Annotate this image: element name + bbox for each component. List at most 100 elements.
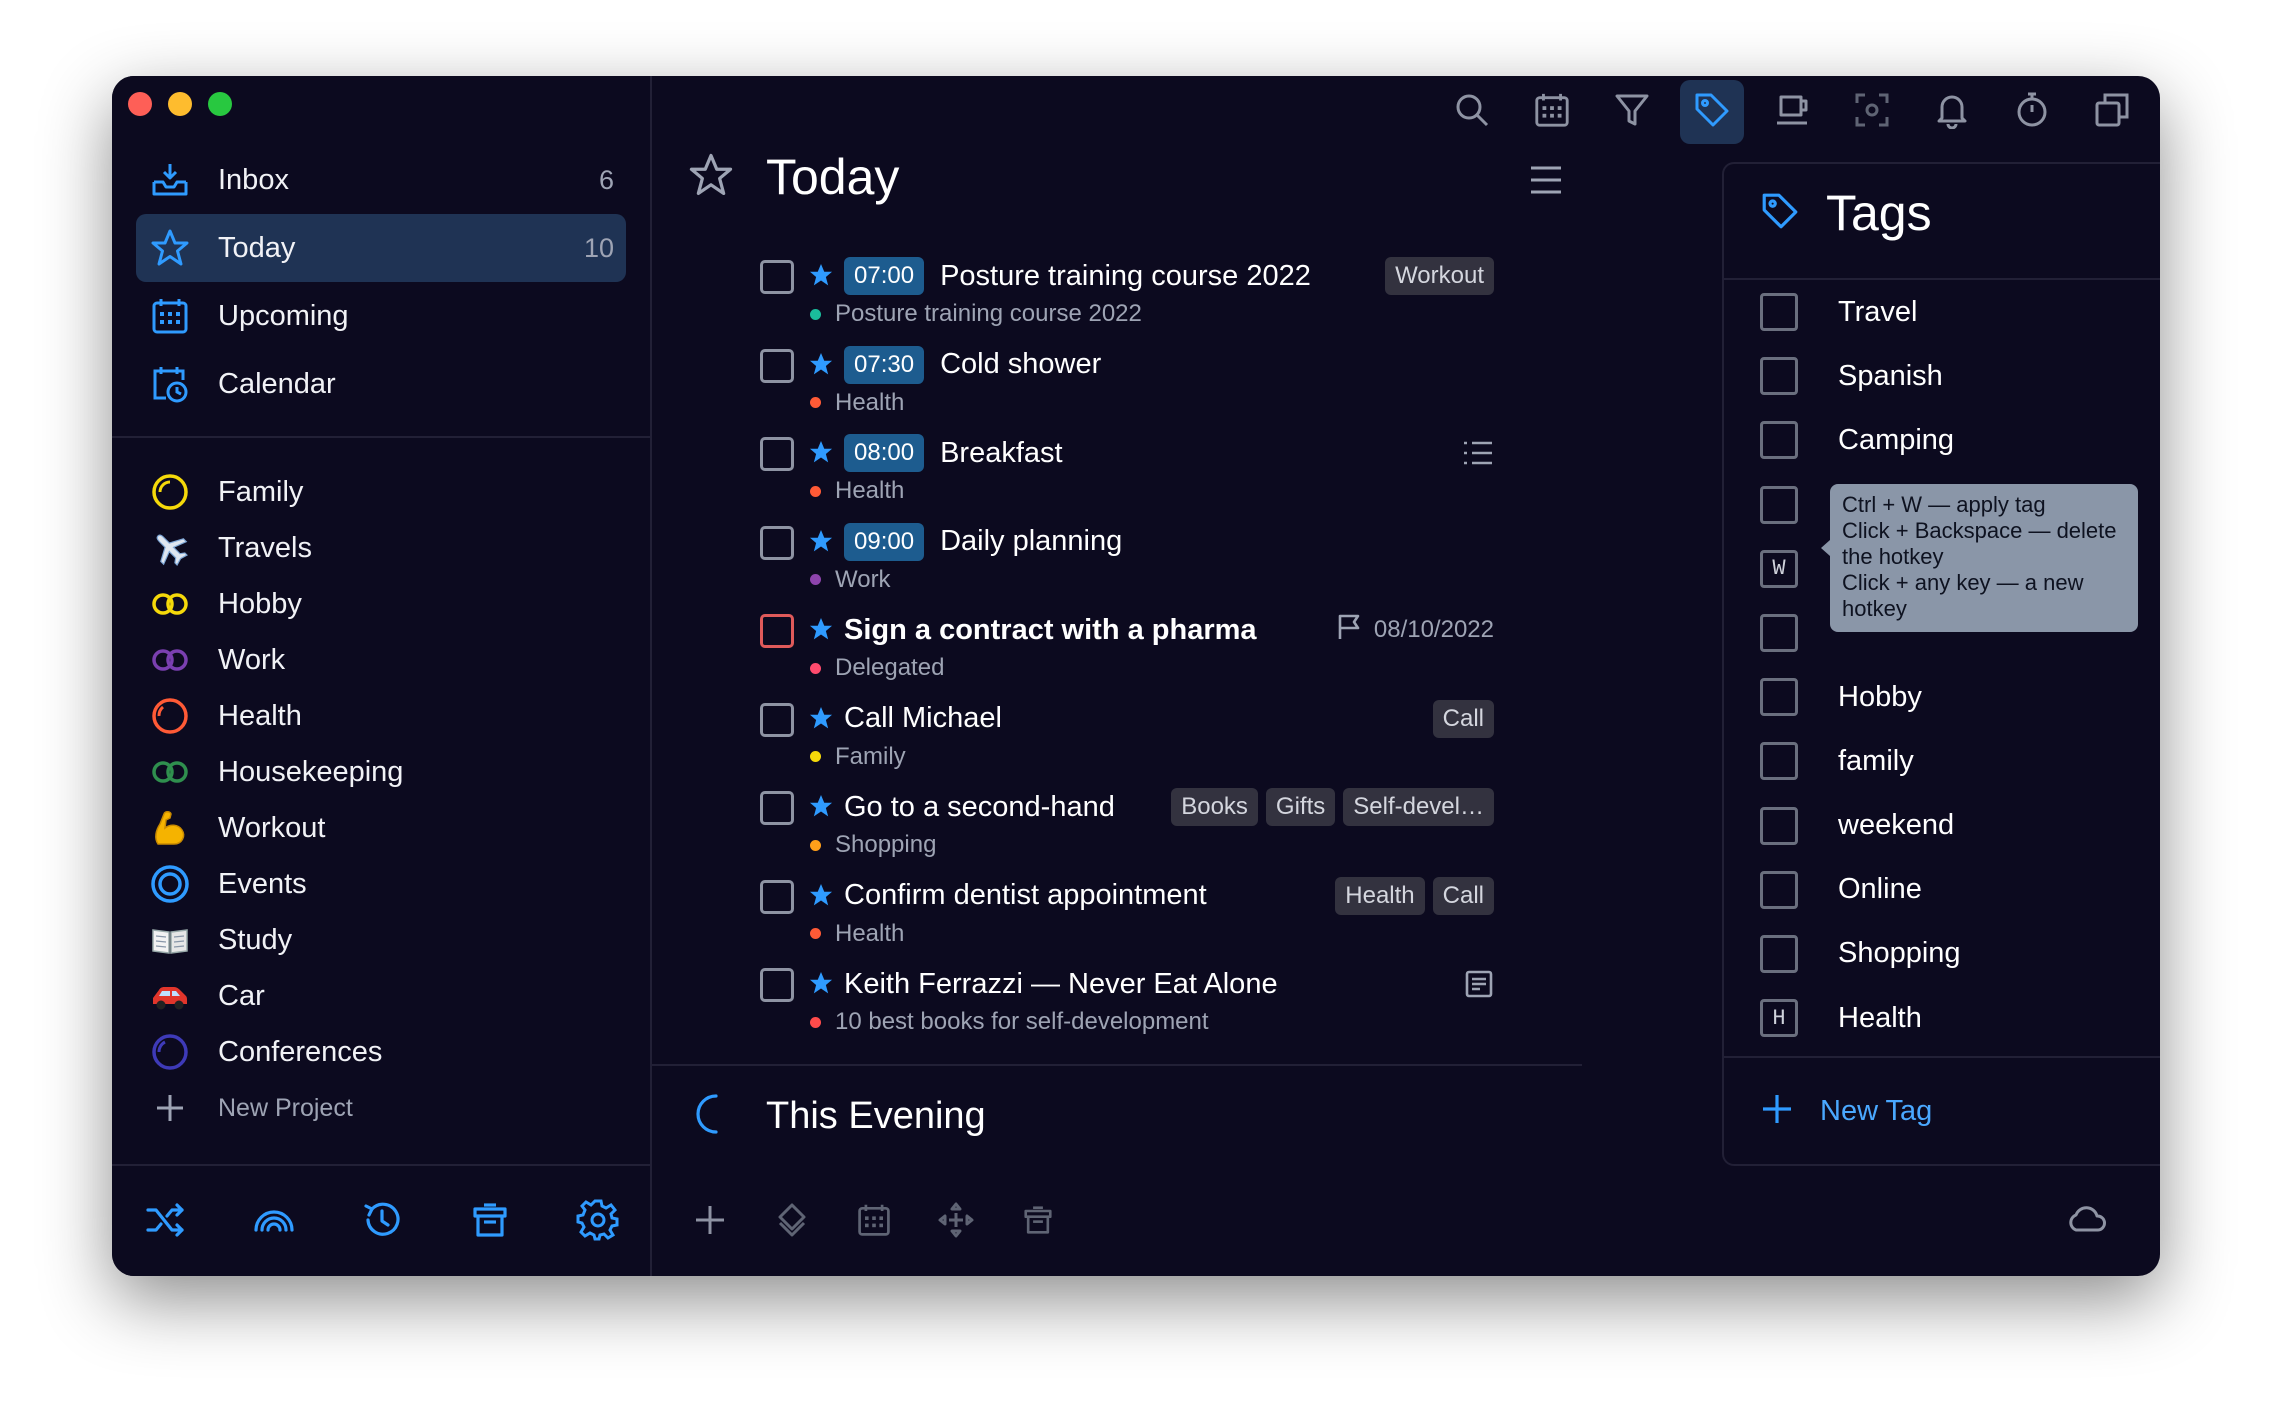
tag-checkbox[interactable]: W: [1760, 549, 1798, 588]
star-filled-icon[interactable]: [808, 616, 834, 647]
schedule-button[interactable]: [850, 1198, 898, 1246]
time-badge[interactable]: 09:00: [844, 522, 925, 561]
view-options-button[interactable]: [1528, 162, 1564, 203]
shuffle-button[interactable]: [142, 1198, 190, 1246]
task-row[interactable]: Sign a contract with a pharma 08/10/2022…: [752, 610, 1494, 699]
tag-row[interactable]: Shopping: [1760, 922, 2160, 986]
tag-chip[interactable]: Workout: [1385, 257, 1494, 295]
star-filled-icon[interactable]: [808, 262, 834, 293]
task-checkbox[interactable]: [760, 702, 794, 737]
nav-upcoming[interactable]: Upcoming: [136, 282, 626, 350]
project-travels[interactable]: Travels: [136, 520, 626, 576]
notifications-button[interactable]: [1920, 80, 1984, 144]
tag-checkbox[interactable]: [1760, 870, 1798, 909]
task-row[interactable]: 09:00 Daily planning Work: [752, 522, 1494, 611]
tag-checkbox[interactable]: [1760, 934, 1798, 973]
trash-button[interactable]: [466, 1198, 514, 1246]
focus-mode-button[interactable]: [1760, 80, 1824, 144]
project-study[interactable]: Study: [136, 912, 626, 968]
tag-chip[interactable]: Gifts: [1265, 788, 1336, 826]
nav-calendar[interactable]: Calendar: [136, 350, 626, 418]
time-badge[interactable]: 07:30: [844, 345, 925, 384]
task-title[interactable]: Sign a contract with a pharma: [844, 614, 1324, 647]
task-title[interactable]: Posture training course 2022: [940, 260, 1377, 293]
this-evening-section[interactable]: This Evening: [688, 1092, 986, 1141]
star-filled-icon[interactable]: [808, 970, 834, 1001]
zoom-window-button[interactable]: [208, 92, 232, 116]
time-badge[interactable]: 08:00: [844, 434, 925, 472]
task-title[interactable]: Call Michael: [844, 702, 1425, 735]
priority-button[interactable]: [768, 1198, 816, 1246]
task-row[interactable]: 08:00 Breakfast Health: [752, 433, 1494, 522]
project-work[interactable]: Work: [136, 632, 626, 688]
task-checkbox[interactable]: [760, 437, 794, 471]
task-checkbox[interactable]: [760, 879, 794, 914]
nav-inbox[interactable]: Inbox 6: [136, 146, 626, 214]
project-car[interactable]: Car: [136, 968, 626, 1024]
new-window-button[interactable]: [2080, 80, 2144, 144]
rainbow-button[interactable]: [250, 1198, 298, 1246]
task-checkbox[interactable]: [760, 614, 794, 648]
task-checkbox[interactable]: [760, 525, 794, 560]
tag-checkbox[interactable]: [1760, 806, 1798, 845]
task-checkbox[interactable]: [760, 260, 794, 294]
tag-chip[interactable]: Call: [1432, 876, 1494, 915]
tag-chip[interactable]: Books: [1171, 788, 1258, 826]
project-hobby[interactable]: Hobby: [136, 576, 626, 632]
search-button[interactable]: [1440, 80, 1504, 144]
nav-today[interactable]: Today 10: [136, 214, 626, 282]
timer-button[interactable]: [2000, 80, 2064, 144]
settings-button[interactable]: [574, 1198, 622, 1246]
filter-button[interactable]: [1600, 80, 1664, 144]
note-icon[interactable]: [1464, 969, 1494, 999]
tag-checkbox[interactable]: H: [1760, 999, 1798, 1038]
tag-row[interactable]: Hobby: [1760, 665, 2160, 729]
task-row[interactable]: Keith Ferrazzi — Never Eat Alone 10 best…: [752, 964, 1494, 1053]
tag-checkbox[interactable]: [1760, 357, 1798, 396]
task-row[interactable]: Confirm dentist appointment Health Call …: [752, 876, 1494, 965]
tags-button[interactable]: [1680, 80, 1744, 144]
tag-row[interactable]: weekend: [1760, 794, 2160, 858]
star-filled-icon[interactable]: [808, 528, 834, 559]
task-row[interactable]: Go to a second-hand Books Gifts Self-dev…: [752, 787, 1494, 876]
project-housekeeping[interactable]: Housekeeping: [136, 744, 626, 800]
tag-checkbox[interactable]: [1760, 614, 1798, 653]
sync-button[interactable]: [2062, 1198, 2110, 1246]
task-title[interactable]: Keith Ferrazzi — Never Eat Alone: [844, 968, 1452, 1001]
history-button[interactable]: [358, 1198, 406, 1246]
task-title[interactable]: Go to a second-hand: [844, 791, 1163, 824]
task-row[interactable]: 07:00 Posture training course 2022 Worko…: [752, 256, 1494, 345]
task-row[interactable]: Call Michael Call Family: [752, 699, 1494, 788]
new-project-button[interactable]: New Project: [136, 1080, 626, 1136]
tag-checkbox[interactable]: [1760, 421, 1798, 460]
project-family[interactable]: Family: [136, 464, 626, 520]
project-workout[interactable]: Workout: [136, 800, 626, 856]
project-health[interactable]: Health: [136, 688, 626, 744]
checklist-icon[interactable]: [1462, 437, 1494, 469]
task-title[interactable]: Daily planning: [940, 525, 1494, 558]
tag-row[interactable]: Camping: [1760, 408, 2160, 472]
tag-checkbox[interactable]: [1760, 485, 1798, 524]
star-filled-icon[interactable]: [808, 793, 834, 824]
add-task-button[interactable]: [686, 1198, 734, 1246]
tag-checkbox[interactable]: [1760, 678, 1798, 717]
tag-row[interactable]: H Health: [1760, 986, 2160, 1050]
task-checkbox[interactable]: [760, 791, 794, 825]
move-button[interactable]: [932, 1198, 980, 1246]
tag-checkbox[interactable]: [1760, 293, 1798, 332]
tag-row[interactable]: Spanish: [1760, 344, 2160, 408]
close-window-button[interactable]: [128, 92, 152, 116]
tag-row[interactable]: Online: [1760, 858, 2160, 922]
calendar-button[interactable]: [1520, 80, 1584, 144]
task-title[interactable]: Cold shower: [940, 348, 1494, 381]
tag-chip[interactable]: Self-devel…: [1343, 788, 1494, 826]
screenshot-button[interactable]: [1840, 80, 1904, 144]
delete-button[interactable]: [1014, 1198, 1062, 1246]
time-badge[interactable]: 07:00: [844, 257, 925, 295]
project-conferences[interactable]: Conferences: [136, 1024, 626, 1080]
tag-row[interactable]: Travel: [1760, 280, 2160, 344]
star-filled-icon[interactable]: [808, 882, 834, 913]
task-row[interactable]: 07:30 Cold shower Health: [752, 345, 1494, 434]
star-filled-icon[interactable]: [808, 705, 834, 736]
minimize-window-button[interactable]: [168, 92, 192, 116]
